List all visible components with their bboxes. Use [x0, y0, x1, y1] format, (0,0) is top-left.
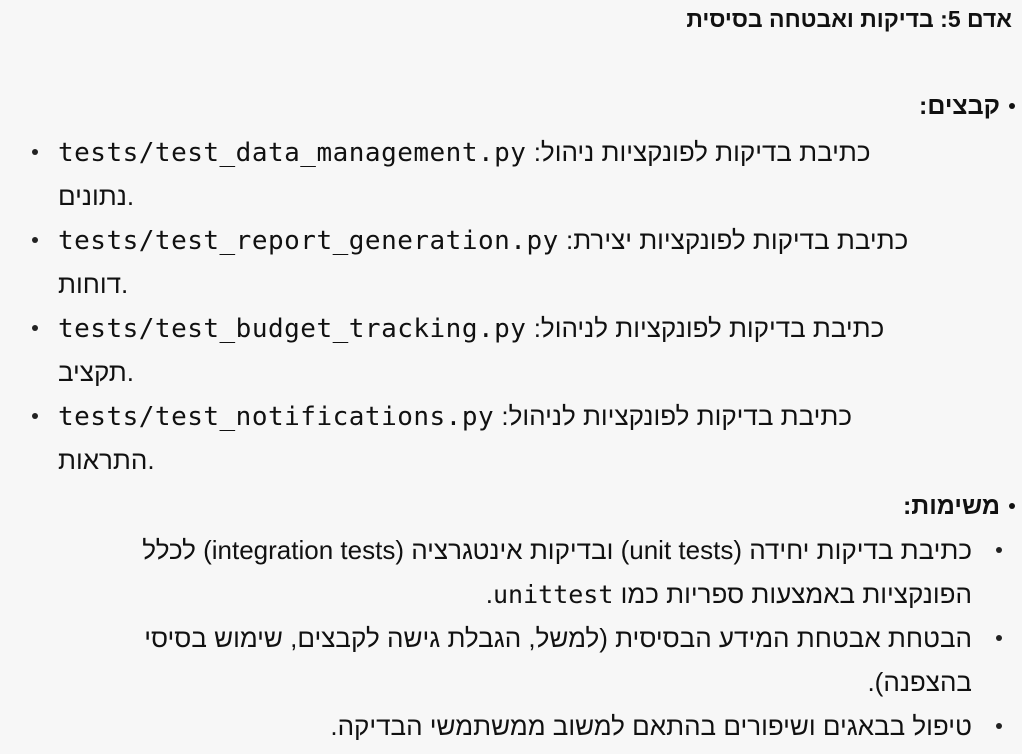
files-section-title: קבצים:: [919, 90, 1015, 122]
task-line2-end: .: [485, 579, 493, 609]
file-item-line1: tests/test_report_generation.py :כתיבת ב…: [58, 218, 908, 263]
bullet-dot: [996, 723, 1002, 729]
task-line2-text: הפונקציות באמצעות ספריות כמו: [613, 579, 972, 609]
bullet-dot: [996, 635, 1002, 641]
tasks-section-label: משימות:: [902, 492, 1000, 520]
files-section-label: קבצים:: [919, 92, 1000, 120]
page-title: אדם 5: בדיקות ואבטחה בסיסית: [686, 6, 1012, 32]
task-line1: הבטחת אבטחת המידע הבסיסית (למשל, הגבלת ג…: [144, 623, 972, 653]
file-path: tests/test_budget_tracking.py: [58, 314, 527, 344]
file-item-line1: tests/test_data_management.py :כתיבת בדי…: [58, 130, 871, 175]
document-page: אדם 5: בדיקות ואבטחה בסיסית קבצים: tests…: [0, 0, 1022, 754]
file-description: :כתיבת בדיקות לפונקציות יצירת: [566, 225, 909, 255]
task-line1: טיפול בבאגים ושיפורים בהתאם למשוב ממשתמש…: [330, 711, 972, 741]
bullet-dot: [32, 325, 38, 331]
file-path: tests/test_data_management.py: [58, 138, 527, 168]
task-list-item: טיפול בבאגים ושיפורים בהתאם למשוב ממשתמש…: [42, 704, 1002, 748]
task-line1: כתיבת בדיקות יחידה (unit tests) ובדיקות …: [142, 535, 972, 565]
file-description-continuation: תקציב.: [58, 357, 134, 387]
tasks-section-title: משימות:: [902, 490, 1015, 522]
file-path: tests/test_notifications.py: [58, 402, 495, 432]
bullet-dot: [996, 547, 1002, 553]
file-path: tests/test_report_generation.py: [58, 226, 559, 256]
file-description-continuation: התראות.: [58, 445, 155, 475]
file-description: :כתיבת בדיקות לפונקציות ניהול: [533, 137, 871, 167]
file-item-line1: tests/test_notifications.py :כתיבת בדיקו…: [58, 394, 852, 439]
task-line2: בהצפנה).: [867, 667, 972, 697]
file-description: :כתיבת בדיקות לפונקציות לניהול: [533, 313, 885, 343]
bullet-dot: [1009, 103, 1015, 109]
bullet-dot: [32, 237, 38, 243]
file-description-continuation: דוחות.: [58, 269, 129, 299]
task-list-item: כתיבת בדיקות יחידה (unit tests) ובדיקות …: [42, 528, 1002, 617]
task-line2: הפונקציות באמצעות ספריות כמו unittest.: [42, 572, 972, 617]
bullet-dot: [32, 413, 38, 419]
task-list-item: הבטחת אבטחת המידע הבסיסית (למשל, הגבלת ג…: [42, 616, 1002, 704]
inline-code: unittest: [492, 580, 614, 609]
file-item-line1: tests/test_budget_tracking.py :כתיבת בדי…: [58, 306, 884, 351]
file-description-continuation: נתונים.: [58, 181, 135, 211]
file-description: :כתיבת בדיקות לפונקציות לניהול: [501, 401, 852, 431]
bullet-dot: [1009, 503, 1015, 509]
bullet-dot: [32, 149, 38, 155]
